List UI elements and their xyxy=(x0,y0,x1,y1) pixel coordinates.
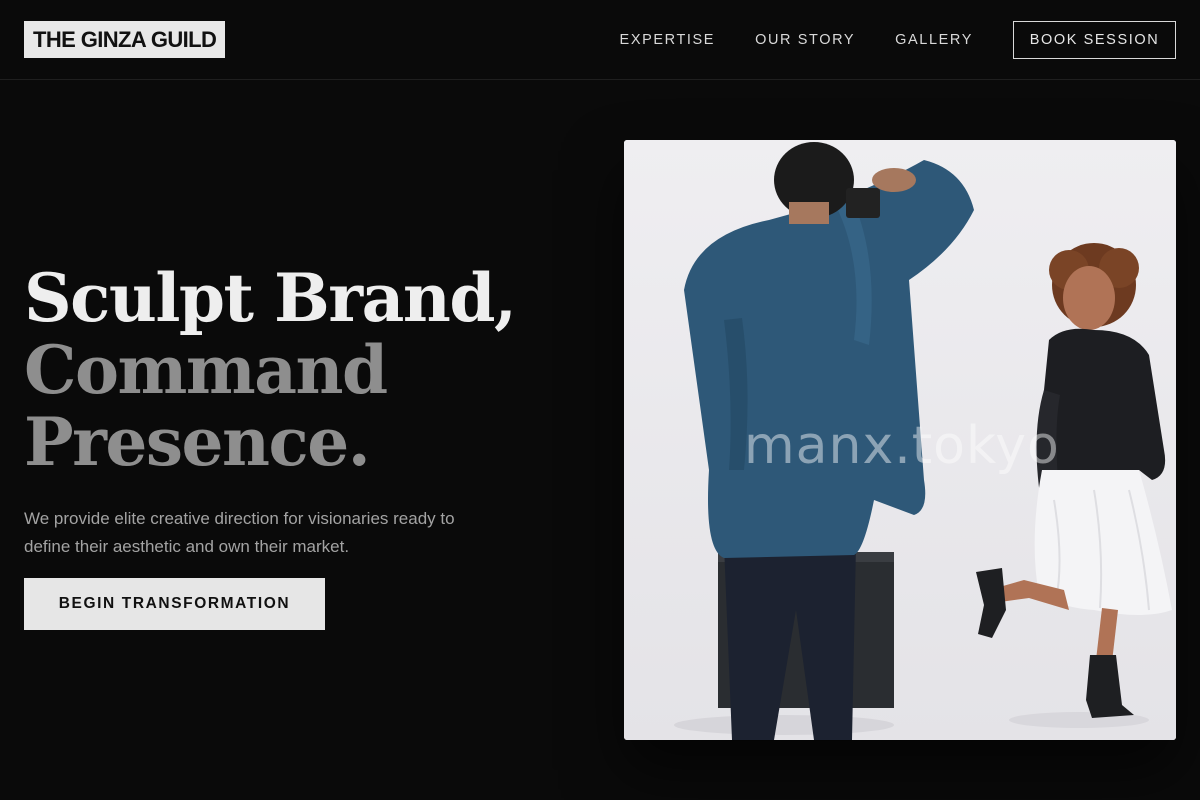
main-nav: EXPERTISE OUR STORY GALLERY BOOK SESSION xyxy=(580,20,1176,59)
hero-title-line-2: Command xyxy=(24,331,388,409)
nav-link-expertise[interactable]: EXPERTISE xyxy=(620,32,716,48)
hero-title-line-1: Sculpt Brand, xyxy=(24,259,517,337)
brand-logo[interactable]: THE GINZA GUILD xyxy=(24,21,226,58)
hero-photo: manx.tokyo xyxy=(624,140,1176,740)
hero-subtitle: We provide elite creative direction for … xyxy=(24,509,455,556)
site-header: THE GINZA GUILD EXPERTISE OUR STORY GALL… xyxy=(0,0,1200,80)
hero-title: Sculpt Brand, Command Presence. xyxy=(24,259,517,481)
hero-title-line-3: Presence. xyxy=(24,403,371,481)
nav-link-gallery[interactable]: GALLERY xyxy=(895,32,973,48)
book-session-button[interactable]: BOOK SESSION xyxy=(1013,20,1176,59)
nav-link-our-story[interactable]: OUR STORY xyxy=(755,32,855,48)
image-watermark: manx.tokyo xyxy=(744,416,1060,476)
begin-transformation-button[interactable]: BEGIN TRANSFORMATION xyxy=(24,578,325,630)
